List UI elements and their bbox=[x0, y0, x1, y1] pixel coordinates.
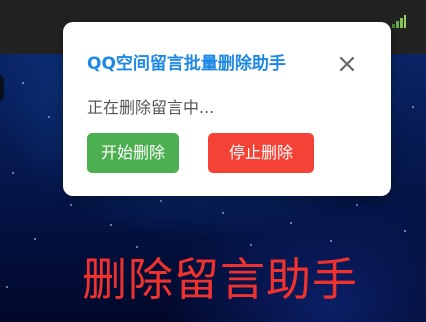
star bbox=[222, 212, 224, 214]
hero-headline: 删除留言助手 bbox=[81, 253, 358, 306]
side-scroll-handle[interactable] bbox=[0, 74, 4, 102]
delete-helper-dialog: QQ空间留言批量删除助手 正在删除留言中... 开始删除 停止删除 bbox=[63, 22, 391, 196]
start-delete-button[interactable]: 开始删除 bbox=[87, 133, 179, 173]
star bbox=[34, 238, 36, 240]
close-button[interactable] bbox=[335, 52, 359, 76]
star bbox=[290, 222, 292, 224]
close-icon bbox=[339, 56, 355, 72]
star bbox=[48, 116, 50, 118]
status-text: 正在删除留言中... bbox=[87, 98, 215, 117]
star bbox=[330, 240, 332, 242]
star bbox=[12, 172, 14, 174]
dialog-title: QQ空间留言批量删除助手 bbox=[87, 54, 286, 74]
star bbox=[22, 82, 24, 84]
stop-delete-button[interactable]: 停止删除 bbox=[208, 133, 314, 173]
star bbox=[70, 204, 72, 206]
star bbox=[250, 244, 252, 246]
page: 删除留言助手 QQ空间留言批量删除助手 正在删除留言中... 开始删除 停止删除 bbox=[0, 0, 426, 322]
star bbox=[356, 204, 358, 206]
star bbox=[404, 230, 406, 232]
star bbox=[110, 224, 112, 226]
star bbox=[160, 200, 162, 202]
star bbox=[136, 246, 138, 248]
star bbox=[412, 106, 414, 108]
signal-icon bbox=[392, 15, 406, 28]
